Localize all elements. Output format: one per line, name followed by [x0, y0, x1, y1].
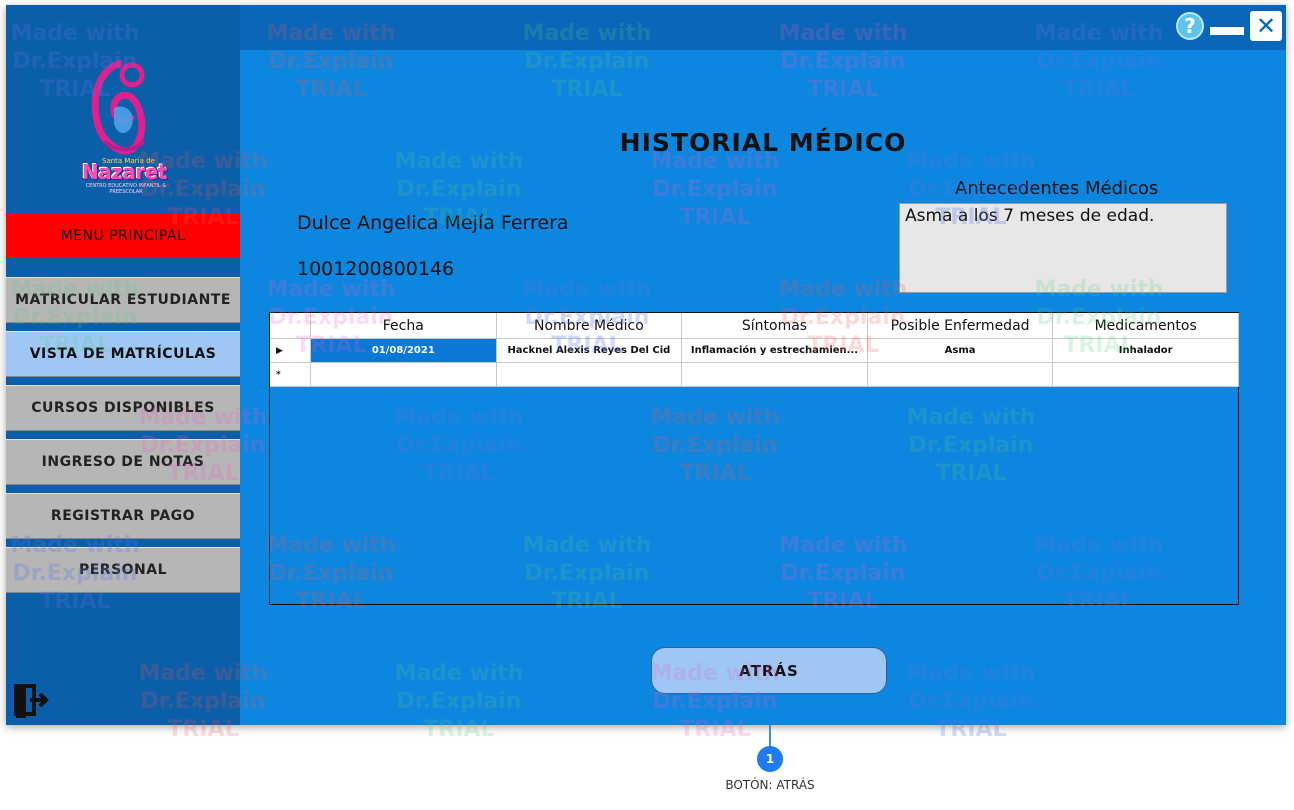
- logo-sub-text: CENTRO EDUCATIVO INFANTIL & PREESCOLAR: [85, 183, 167, 195]
- column-header-medicamentos[interactable]: Medicamentos: [1053, 313, 1239, 339]
- page-title: HISTORIAL MÉDICO: [619, 128, 907, 157]
- minimize-icon[interactable]: [1210, 27, 1244, 35]
- sidebar: Santa María de Nazaret CENTRO EDUCATIVO …: [6, 5, 240, 725]
- table-cell-nombre-medico[interactable]: [496, 363, 683, 387]
- table-cell-fecha[interactable]: [311, 363, 497, 387]
- column-header-sintomas[interactable]: Síntomas: [682, 313, 868, 339]
- help-icon[interactable]: ?: [1176, 12, 1204, 40]
- back-button[interactable]: ATRÁS: [651, 647, 887, 694]
- table-row[interactable]: ▶ 01/08/2021 Hacknel Alexis Reyes Del Ci…: [270, 339, 1239, 363]
- column-header-fecha[interactable]: Fecha: [311, 313, 497, 339]
- close-icon[interactable]: ✕: [1250, 11, 1282, 41]
- callout-badge: 1: [757, 746, 783, 772]
- antecedentes-field[interactable]: Asma a los 7 meses de edad.: [899, 203, 1227, 293]
- exit-icon[interactable]: [12, 680, 52, 720]
- table-cell-medicamentos[interactable]: Inhalador: [1053, 339, 1239, 363]
- patient-id: 1001200800146: [297, 258, 455, 280]
- table-cell-sintomas[interactable]: [682, 363, 868, 387]
- sidebar-item-vista-de-matriculas[interactable]: VISTA DE MATRÍCULAS: [6, 331, 240, 377]
- table-cell-sintomas[interactable]: Inflamación y estrechamien...: [682, 339, 868, 363]
- table-cell-nombre-medico[interactable]: Hacknel Alexis Reyes Del Cid: [496, 339, 683, 363]
- table-row-new[interactable]: *: [270, 363, 1239, 387]
- callout-label: BOTÓN: ATRÁS: [725, 778, 815, 792]
- table-cell-posible-enfermedad[interactable]: [867, 363, 1054, 387]
- sidebar-item-personal[interactable]: PERSONAL: [6, 547, 240, 593]
- application-window: Santa María de Nazaret CENTRO EDUCATIVO …: [6, 5, 1286, 725]
- sidebar-item-ingreso-de-notas[interactable]: INGRESO DE NOTAS: [6, 439, 240, 485]
- menu-header: MENU PRINCIPAL: [6, 214, 240, 258]
- grid-header-row: Fecha Nombre Médico Síntomas Posible Enf…: [270, 313, 1239, 339]
- column-header-posible-enfermedad[interactable]: Posible Enfermedad: [867, 313, 1054, 339]
- sidebar-item-cursos-disponibles[interactable]: CURSOS DISPONIBLES: [6, 385, 240, 431]
- medical-history-grid[interactable]: Fecha Nombre Médico Síntomas Posible Enf…: [269, 312, 1239, 605]
- patient-name: Dulce Angelica Mejía Ferrera: [297, 212, 569, 234]
- row-marker[interactable]: *: [270, 363, 311, 387]
- callout-line: [769, 725, 771, 747]
- table-cell-posible-enfermedad[interactable]: Asma: [867, 339, 1054, 363]
- sidebar-item-matricular-estudiante[interactable]: MATRICULAR ESTUDIANTE: [6, 277, 240, 323]
- sidebar-item-registrar-pago[interactable]: REGISTRAR PAGO: [6, 493, 240, 539]
- window-controls: ? ✕: [1176, 11, 1282, 41]
- column-header-nombre-medico[interactable]: Nombre Médico: [496, 313, 683, 339]
- table-cell-medicamentos[interactable]: [1053, 363, 1239, 387]
- table-cell-fecha[interactable]: 01/08/2021: [311, 339, 497, 363]
- row-marker[interactable]: ▶: [270, 339, 311, 363]
- main-panel: HISTORIAL MÉDICO Dulce Angelica Mejía Fe…: [240, 50, 1286, 725]
- antecedentes-label: Antecedentes Médicos: [955, 178, 1159, 199]
- logo-name: Nazaret: [82, 160, 167, 184]
- row-header-corner: [270, 313, 311, 339]
